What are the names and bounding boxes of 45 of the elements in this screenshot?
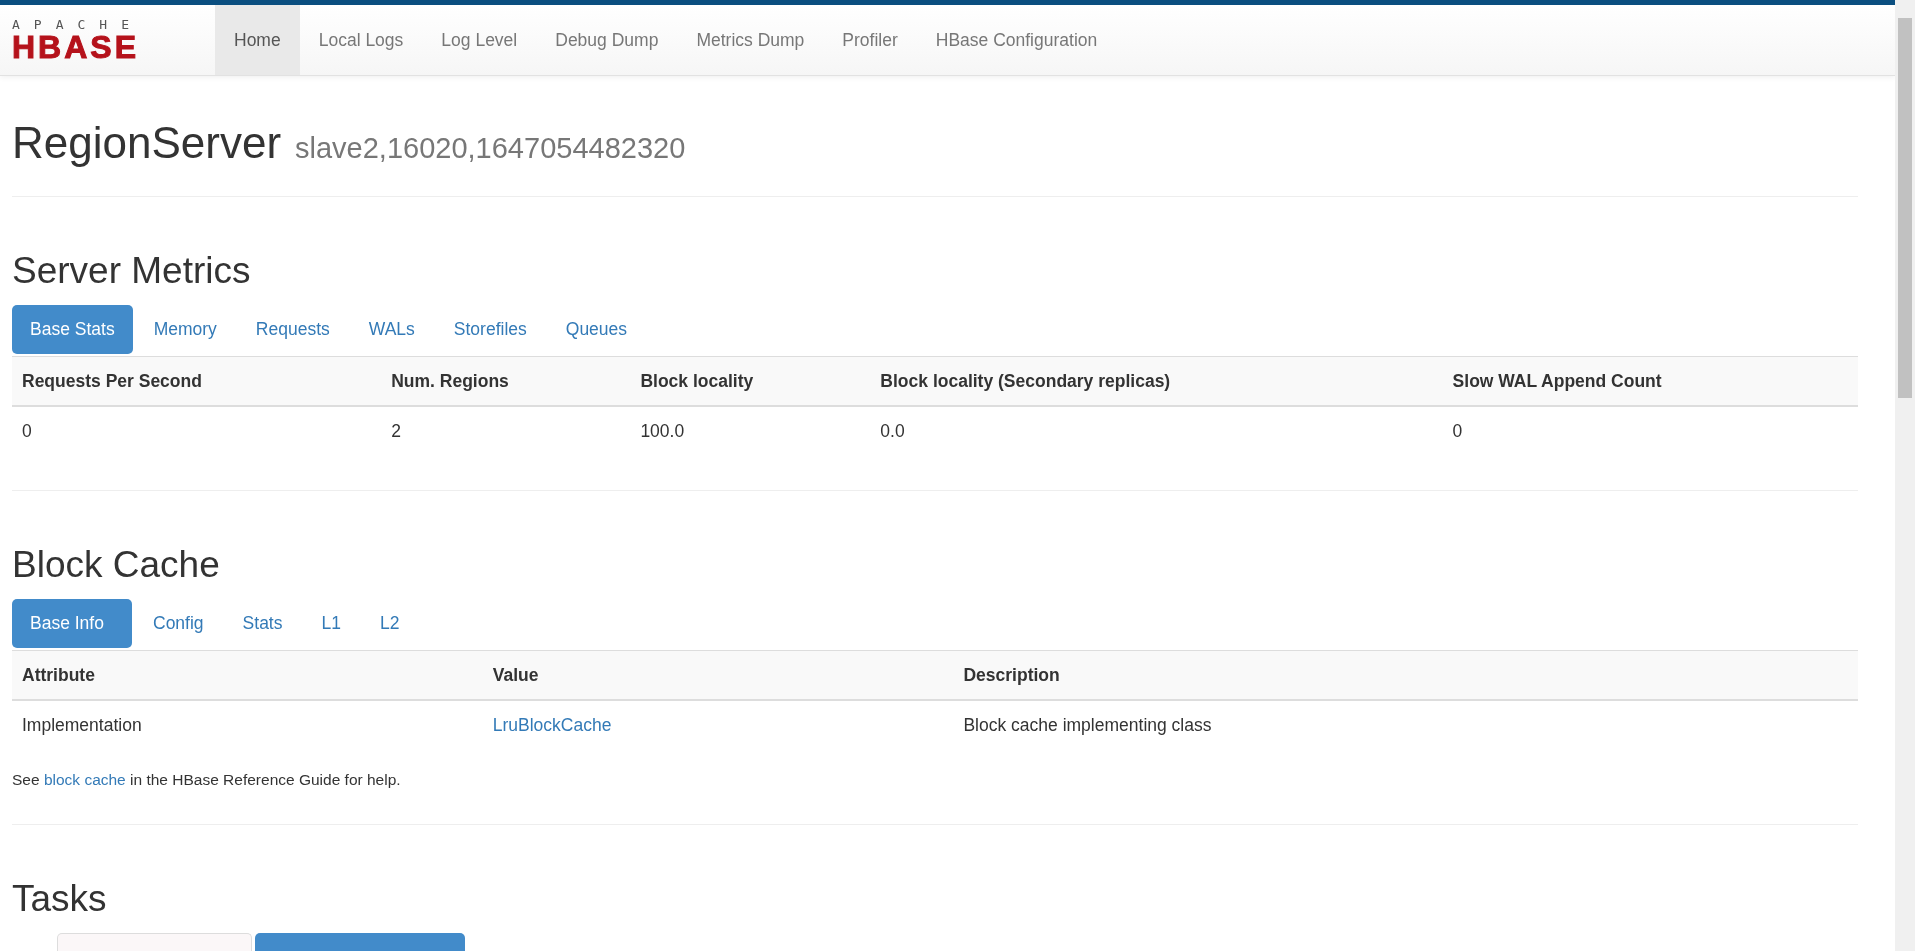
tab[interactable]: Memory [135,305,235,354]
tab[interactable]: L1 [303,599,359,648]
page-title: RegionServer [12,118,282,168]
tab[interactable]: L2 [361,599,418,648]
nav-link[interactable]: HBase Configuration [916,5,1117,75]
table-cell: 0 [1452,421,1463,441]
logo-top-text: APACHE [12,17,144,31]
column-header: Requests Per Second [12,356,382,406]
tab[interactable]: Base Info [12,599,132,648]
table-link[interactable]: LruBlockCache [492,715,612,735]
tab[interactable]: Queues [547,305,646,354]
tab[interactable]: Base Stats [12,305,133,354]
nav-link[interactable]: Metrics Dump [677,5,824,75]
nav-link[interactable]: Debug Dump [536,5,678,75]
nav-link[interactable]: Log Level [422,5,537,75]
table-cell: 0 [22,421,32,441]
section-title: Tasks [12,877,108,921]
table-cell: 100.0 [640,421,685,441]
table-cell: Block cache implementing class [963,715,1212,735]
column-header: Attribute [12,650,483,700]
tab[interactable]: Requests [237,305,348,354]
tab[interactable]: Config [135,599,222,648]
logo-text: HBASE [12,30,140,63]
nav-link[interactable]: Profiler [823,5,917,75]
table-cell: 0.0 [880,421,905,441]
tab[interactable]: WALs [350,305,433,354]
help-link[interactable]: block cache [43,771,126,788]
tab[interactable]: Storefiles [435,305,545,354]
table-cell: Implementation [22,715,142,735]
scrollbar[interactable] [1895,0,1915,951]
column-header: Slow WAL Append Count [1442,356,1858,406]
column-header: Block locality [630,356,871,406]
section-title: Block Cache [12,543,221,587]
server-name: slave2,16020,1647054482320 [295,132,686,165]
column-header: Value [482,650,954,700]
help-text: See block cache in the HBase Reference Guide for help. [12,771,402,789]
nav-link[interactable]: Home [215,5,300,75]
table-cell: 2 [391,421,401,441]
tab[interactable]: Stats [224,599,301,648]
column-header: Block locality (Secondary replicas) [870,356,1443,406]
section-title: Server Metrics [12,249,252,293]
nav-link[interactable]: Local Logs [299,5,423,75]
column-header: Description [953,650,1858,700]
column-header: Num. Regions [381,356,631,406]
hbase-logo[interactable]: APACHE HBASE [12,5,187,75]
